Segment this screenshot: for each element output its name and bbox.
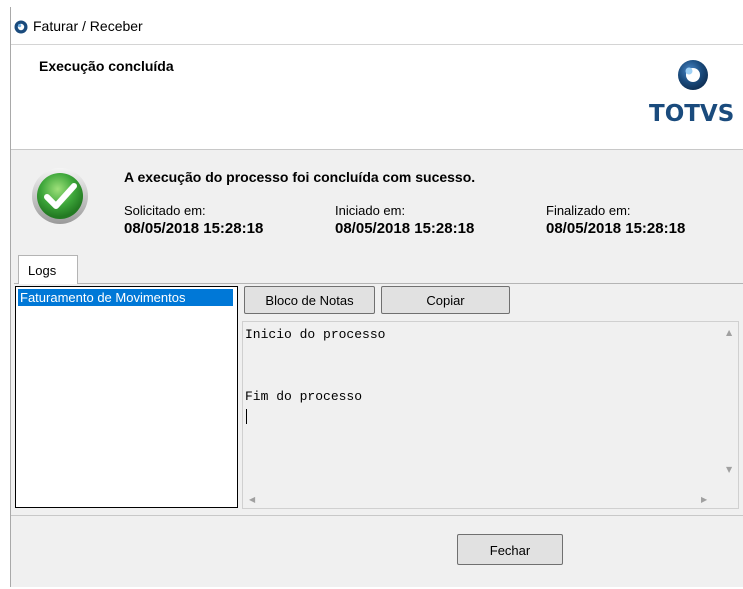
notepad-button[interactable]: Bloco de Notas (244, 286, 375, 314)
header-panel: Execução concluída TOTVS (11, 44, 743, 150)
header-title: Execução concluída (39, 58, 174, 74)
started-value: 08/05/2018 15:28:18 (335, 220, 475, 237)
totvs-app-icon (14, 20, 28, 34)
finished-label: Finalizado em: (546, 203, 631, 218)
text-caret (246, 409, 247, 424)
vertical-scrollbar[interactable]: ▲ ▼ (721, 322, 738, 492)
tab-logs-label: Logs (28, 263, 57, 278)
requested-value: 08/05/2018 15:28:18 (124, 220, 264, 237)
list-item[interactable]: Faturamento de Movimentos (18, 289, 233, 306)
dialog-window: Faturar / Receber Execução concluída TOT… (10, 7, 743, 587)
totvs-logo-text: TOTVS (649, 101, 735, 127)
scroll-down-icon[interactable]: ▼ (726, 465, 732, 474)
close-button[interactable]: Fechar (457, 534, 563, 565)
started-label: Iniciado em: (335, 203, 406, 218)
horizontal-scrollbar[interactable]: ◀ ▶ (243, 491, 721, 508)
scroll-up-icon[interactable]: ▲ (726, 328, 732, 337)
log-content-textarea[interactable]: Inicio do processo Fim do processo ▲ ▼ ◀… (242, 321, 739, 509)
scroll-right-icon[interactable]: ▶ (701, 495, 707, 504)
scroll-left-icon[interactable]: ◀ (249, 495, 255, 504)
requested-label: Solicitado em: (124, 203, 206, 218)
finished-value: 08/05/2018 15:28:18 (546, 220, 686, 237)
log-line: Fim do processo (245, 389, 363, 404)
totvs-logo-icon (678, 60, 708, 90)
log-line: Inicio do processo (245, 327, 386, 342)
title-bar: Faturar / Receber (11, 7, 743, 44)
tab-logs[interactable]: Logs (18, 255, 78, 284)
window-title: Faturar / Receber (33, 18, 143, 34)
footer-panel (11, 515, 743, 587)
status-message: A execução do processo foi concluída com… (124, 169, 476, 185)
log-list[interactable]: Faturamento de Movimentos (15, 286, 238, 508)
copy-button[interactable]: Copiar (381, 286, 510, 314)
success-check-icon (32, 168, 88, 224)
